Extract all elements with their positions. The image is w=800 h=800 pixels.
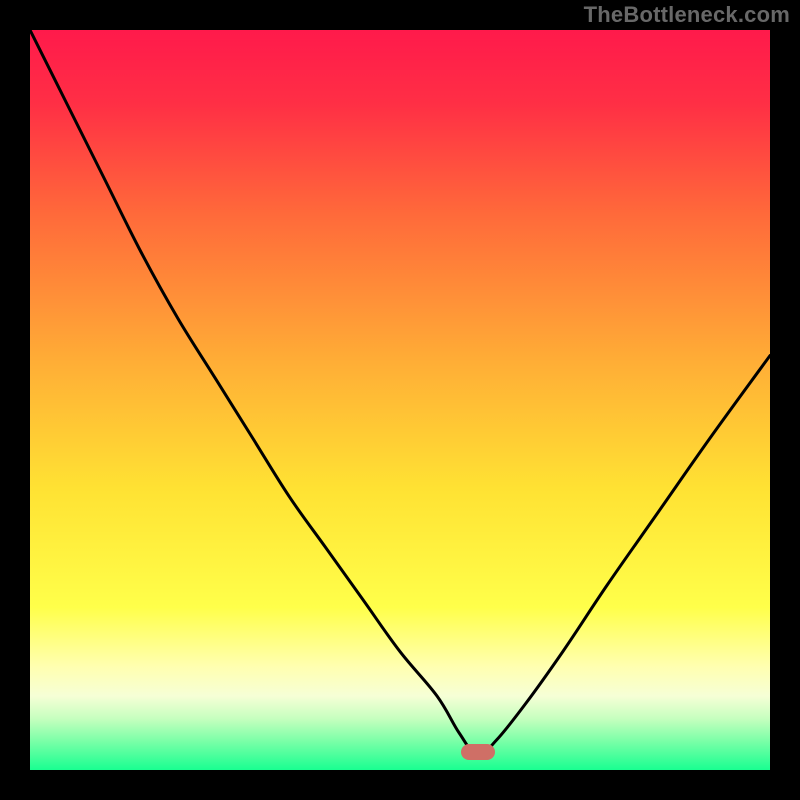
optimum-marker (461, 744, 495, 760)
chart-frame: TheBottleneck.com (0, 0, 800, 800)
plot-area (30, 30, 770, 770)
watermark-text: TheBottleneck.com (584, 2, 790, 28)
bottleneck-curve (30, 30, 770, 770)
curve-path (30, 30, 770, 755)
